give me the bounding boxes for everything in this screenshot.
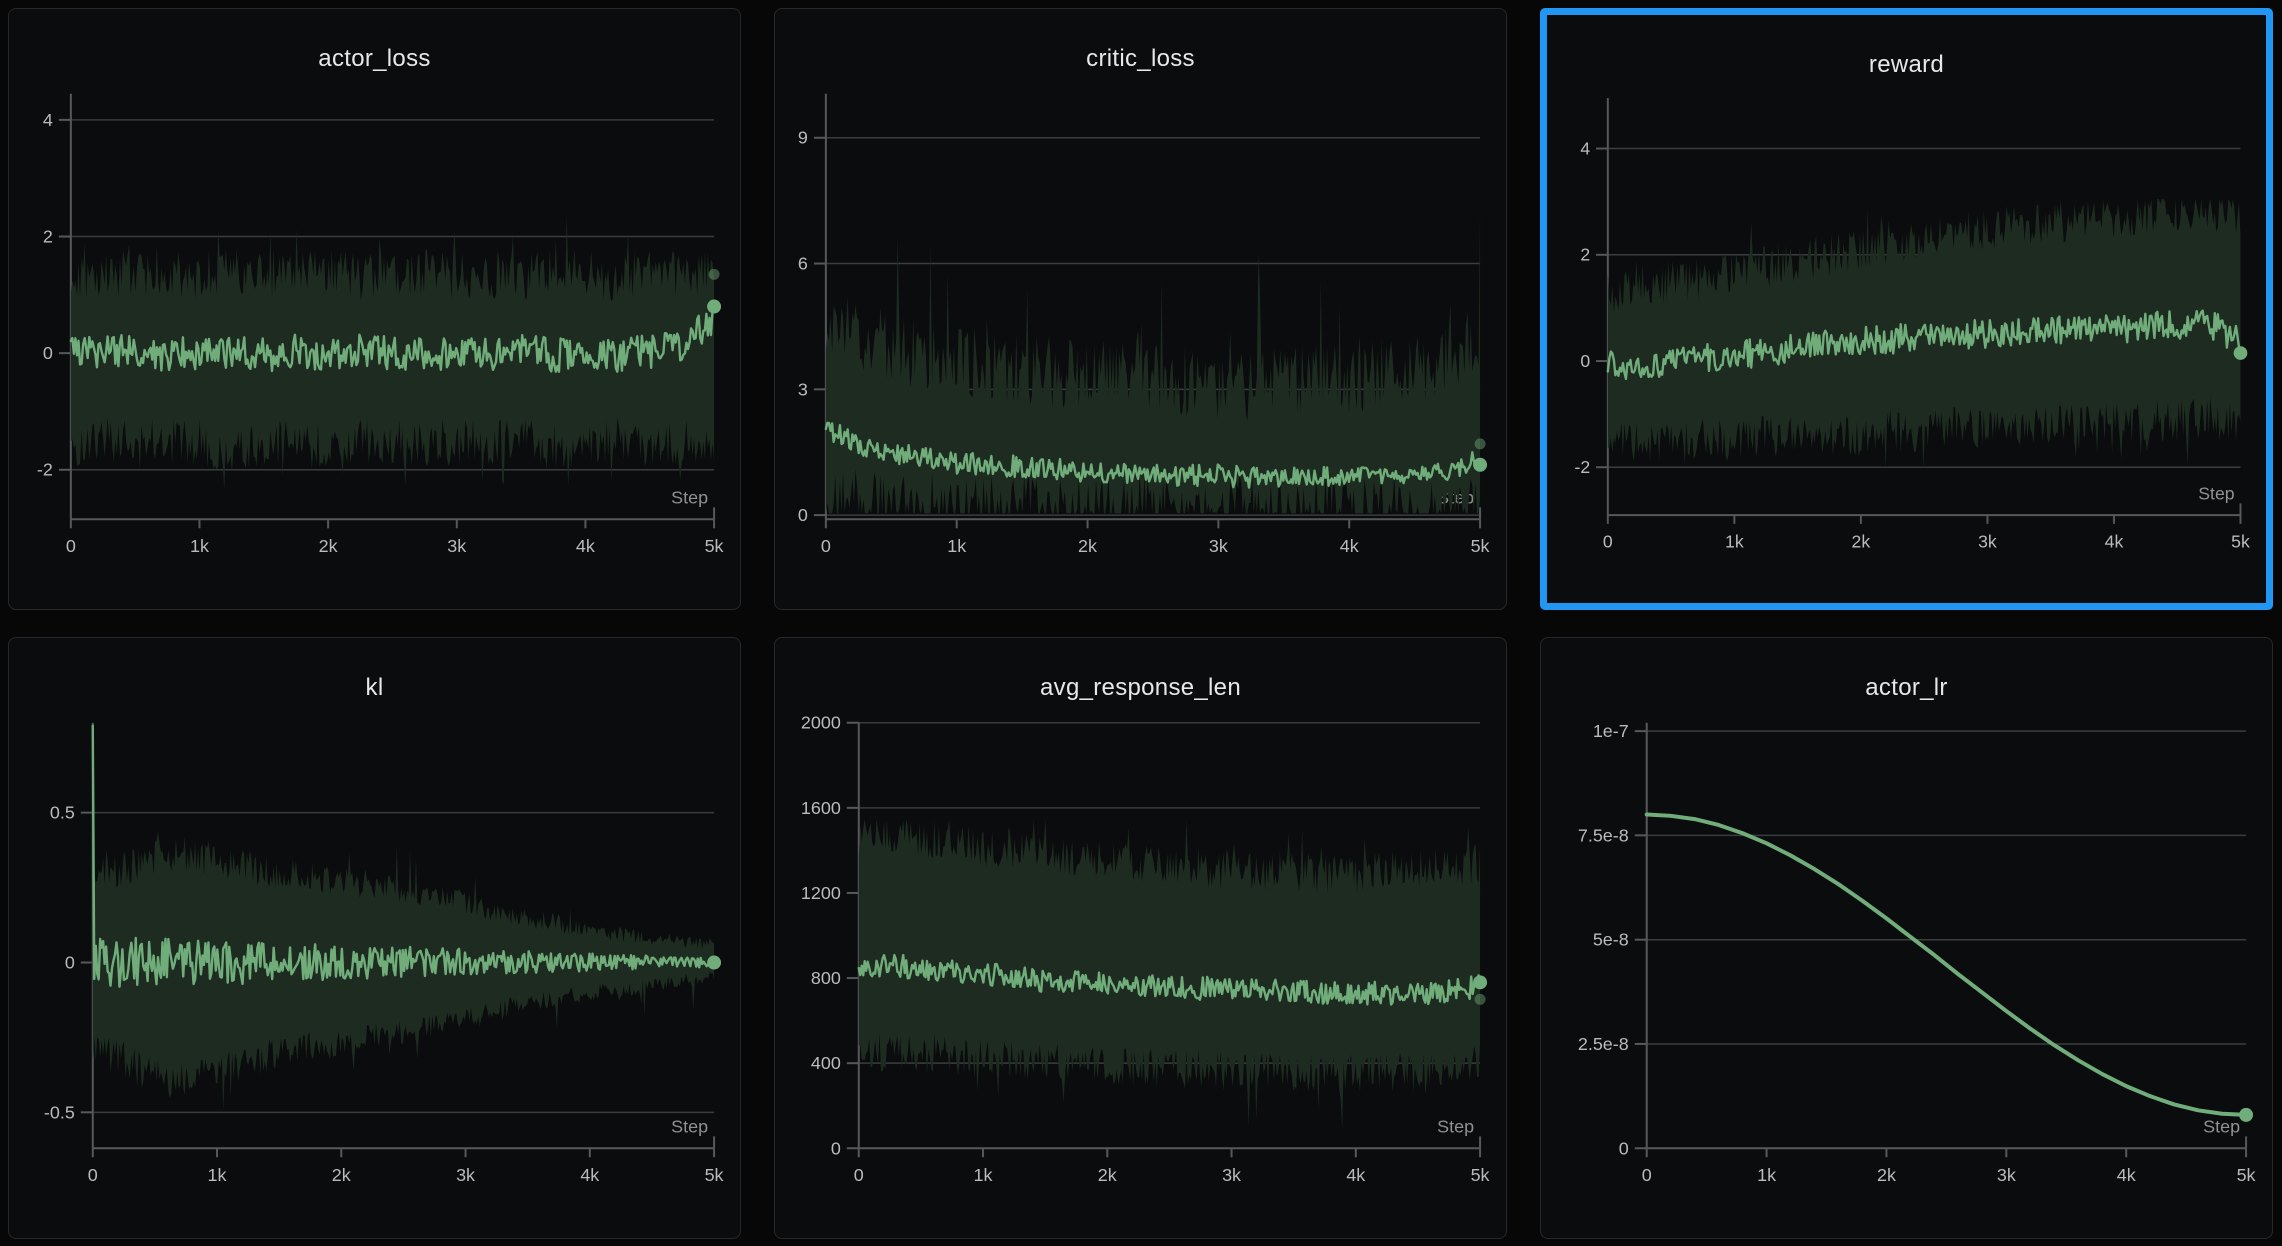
svg-text:-2: -2 — [1574, 457, 1590, 477]
svg-text:2k: 2k — [1852, 531, 1871, 551]
svg-text:1k: 1k — [190, 536, 209, 556]
svg-text:0: 0 — [1642, 1165, 1652, 1185]
end-marker-secondary — [1475, 438, 1486, 449]
svg-text:0: 0 — [1603, 531, 1613, 551]
svg-text:5k: 5k — [2231, 531, 2250, 551]
axes — [1647, 723, 2246, 1149]
svg-text:2k: 2k — [1098, 1165, 1117, 1185]
x-axis-label: Step — [671, 1116, 708, 1136]
svg-text:3k: 3k — [1222, 1165, 1241, 1185]
svg-text:3k: 3k — [1978, 531, 1997, 551]
svg-text:0: 0 — [66, 536, 76, 556]
svg-text:4k: 4k — [580, 1165, 599, 1185]
end-marker — [2239, 1108, 2253, 1122]
svg-text:7.5e-8: 7.5e-8 — [1578, 825, 1629, 845]
svg-text:5k: 5k — [2237, 1165, 2256, 1185]
minmax-band — [859, 819, 1480, 1130]
svg-text:2k: 2k — [1078, 536, 1097, 556]
svg-text:4k: 4k — [2117, 1165, 2136, 1185]
svg-text:4: 4 — [1580, 138, 1590, 158]
panel-avg-response-len[interactable]: avg_response_len 040080012001600200001k2… — [774, 637, 1507, 1239]
panel-kl[interactable]: kl -0.500.501k2k3k4k5kStep — [8, 637, 741, 1239]
x-axis-label: Step — [1437, 1116, 1474, 1136]
svg-text:2k: 2k — [1877, 1165, 1896, 1185]
chart-actor-lr: 0 2.5e-8 5e-8 7.5e-8 1e-7 0 1k 2k 3k 4k 5k Step — [1541, 638, 2272, 1238]
end-marker-secondary — [709, 269, 720, 280]
panel-reward[interactable]: reward -202401k2k3k4k5kStep — [1540, 8, 2273, 610]
panel-actor-lr[interactable]: actor_lr 02.5e-85e-87.5e-81e-701k2k3k4k5… — [1540, 637, 2273, 1239]
svg-text:0: 0 — [1619, 1138, 1629, 1158]
svg-text:2: 2 — [1580, 245, 1590, 265]
svg-text:2000: 2000 — [801, 713, 841, 733]
svg-text:1k: 1k — [974, 1165, 993, 1185]
svg-text:3k: 3k — [1997, 1165, 2016, 1185]
dashboard-grid: actor_loss -202401k2k3k4k5kStep critic_l… — [0, 0, 2282, 1246]
svg-text:1k: 1k — [1725, 531, 1744, 551]
end-marker — [707, 956, 721, 970]
x-ticks: 0 1k 2k 3k 4k 5k — [854, 1148, 1490, 1185]
svg-text:-0.5: -0.5 — [44, 1102, 75, 1122]
svg-text:4k: 4k — [2105, 531, 2124, 551]
chart-reward: -2 0 2 4 0 1k 2k 3k 4k 5k Step — [1547, 15, 2266, 603]
end-marker-secondary — [1475, 994, 1486, 1005]
svg-text:-2: -2 — [37, 460, 53, 480]
svg-text:0: 0 — [854, 1165, 864, 1185]
chart-actor-loss: -2 0 2 4 0 1k 2k 3k 4k 5k Step — [9, 9, 740, 609]
svg-text:5k: 5k — [1471, 1165, 1490, 1185]
x-ticks: 0 1k 2k 3k 4k 5k — [88, 1148, 724, 1185]
svg-text:0: 0 — [798, 505, 808, 525]
svg-text:4k: 4k — [576, 536, 595, 556]
svg-text:5k: 5k — [705, 1165, 724, 1185]
svg-text:3: 3 — [798, 379, 808, 399]
svg-text:2: 2 — [43, 227, 53, 247]
svg-text:0: 0 — [821, 536, 831, 556]
svg-text:800: 800 — [811, 968, 841, 988]
chart-kl: -0.5 0 0.5 0 1k 2k 3k 4k 5k Step — [9, 638, 740, 1238]
svg-text:2k: 2k — [319, 536, 338, 556]
svg-text:4: 4 — [43, 110, 53, 130]
panel-critic-loss[interactable]: critic_loss 036901k2k3k4k5kStep — [774, 8, 1507, 610]
svg-text:6: 6 — [798, 254, 808, 274]
svg-text:0: 0 — [43, 343, 53, 363]
svg-text:4k: 4k — [1340, 536, 1359, 556]
svg-text:2.5e-8: 2.5e-8 — [1578, 1034, 1629, 1054]
chart-avg-response-len: 0 400 800 1200 1600 2000 0 1k 2k 3k 4k 5k Step — [775, 638, 1506, 1238]
svg-text:400: 400 — [811, 1053, 841, 1073]
svg-text:1k: 1k — [947, 536, 966, 556]
svg-text:0: 0 — [65, 953, 75, 973]
x-ticks: 0 1k 2k 3k 4k 5k — [821, 519, 1490, 556]
svg-text:1k: 1k — [208, 1165, 227, 1185]
svg-text:5k: 5k — [705, 536, 724, 556]
x-ticks: 0 1k 2k 3k 4k 5k — [1603, 515, 2250, 551]
svg-text:5e-8: 5e-8 — [1593, 930, 1629, 950]
svg-text:3k: 3k — [1209, 536, 1228, 556]
svg-text:1200: 1200 — [801, 883, 841, 903]
end-marker — [2234, 346, 2248, 360]
svg-text:0: 0 — [831, 1138, 841, 1158]
panel-actor-loss[interactable]: actor_loss -202401k2k3k4k5kStep — [8, 8, 741, 610]
svg-text:3k: 3k — [447, 536, 466, 556]
svg-text:0.5: 0.5 — [50, 803, 75, 823]
svg-text:2k: 2k — [332, 1165, 351, 1185]
end-marker — [1473, 975, 1487, 989]
end-marker — [1473, 458, 1487, 472]
x-axis-label: Step — [2203, 1116, 2240, 1136]
svg-text:1e-7: 1e-7 — [1593, 721, 1629, 741]
end-marker — [707, 300, 721, 314]
svg-text:0: 0 — [1580, 351, 1590, 371]
svg-text:5k: 5k — [1471, 536, 1490, 556]
svg-text:4k: 4k — [1346, 1165, 1365, 1185]
svg-text:3k: 3k — [456, 1165, 475, 1185]
mean-line — [1647, 815, 2246, 1115]
x-axis-label: Step — [2198, 483, 2235, 503]
svg-text:1k: 1k — [1757, 1165, 1776, 1185]
svg-text:1600: 1600 — [801, 798, 841, 818]
svg-text:0: 0 — [88, 1165, 98, 1185]
svg-text:9: 9 — [798, 128, 808, 148]
x-ticks: 0 1k 2k 3k 4k 5k — [1642, 1148, 2256, 1185]
x-ticks: 0 1k 2k 3k 4k 5k — [66, 519, 724, 556]
chart-critic-loss: 036901k2k3k4k5kStep — [775, 9, 1506, 609]
x-axis-label: Step — [671, 487, 708, 507]
